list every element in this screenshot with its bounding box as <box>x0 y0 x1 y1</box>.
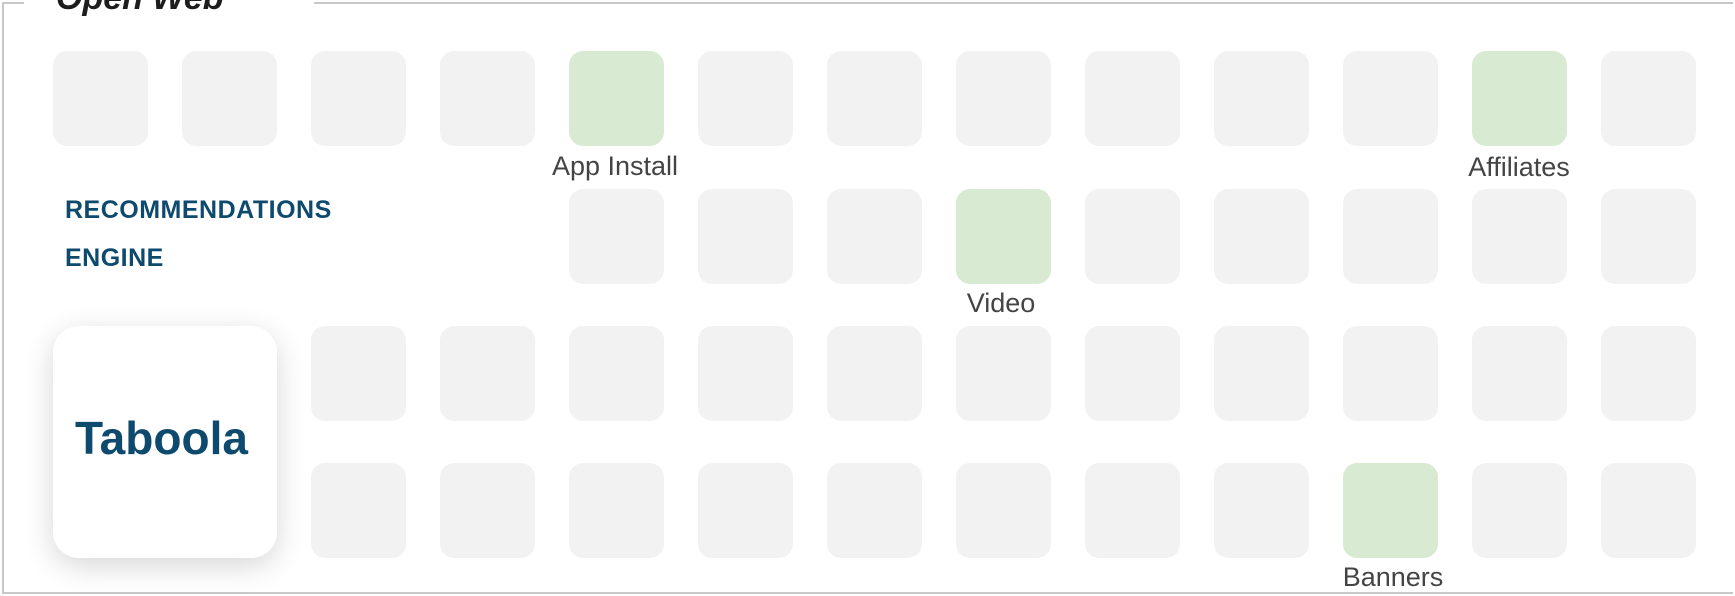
tile-banners <box>1343 463 1438 558</box>
tile <box>698 326 793 421</box>
engine-heading: RECOMMENDATIONS ENGINE <box>65 186 332 282</box>
tile <box>311 463 406 558</box>
tile <box>1601 189 1696 284</box>
tile <box>440 463 535 558</box>
tile <box>956 51 1051 146</box>
tile <box>698 463 793 558</box>
engine-heading-line-1: RECOMMENDATIONS <box>65 196 332 224</box>
tile <box>827 463 922 558</box>
tile <box>311 51 406 146</box>
tile <box>1214 463 1309 558</box>
label-banners: Banners <box>1342 562 1444 592</box>
taboola-logo-card: Taboola <box>53 326 277 558</box>
tile <box>698 51 793 146</box>
tile <box>1472 463 1567 558</box>
tile <box>1214 189 1309 284</box>
tile <box>827 326 922 421</box>
tile <box>827 51 922 146</box>
tile <box>569 326 664 421</box>
taboola-logo: Taboola <box>75 412 248 464</box>
label-video: Video <box>966 288 1036 318</box>
tile <box>182 51 277 146</box>
tile <box>440 51 535 146</box>
label-affiliates: Affiliates <box>1468 152 1570 182</box>
tile <box>1085 463 1180 558</box>
tile <box>827 189 922 284</box>
tile <box>1601 51 1696 146</box>
tile <box>1343 189 1438 284</box>
tile <box>956 463 1051 558</box>
tile <box>1601 326 1696 421</box>
tile <box>1214 326 1309 421</box>
tile <box>1085 189 1180 284</box>
tile <box>1085 51 1180 146</box>
frame-title: Open Web <box>56 0 224 16</box>
tile <box>1472 189 1567 284</box>
tile <box>1343 51 1438 146</box>
tile <box>698 189 793 284</box>
tile <box>1472 326 1567 421</box>
tile <box>1214 51 1309 146</box>
tile-affiliates <box>1472 51 1567 146</box>
frame-border-top-left <box>4 2 24 4</box>
tile-app-install <box>569 51 664 146</box>
taboola-wordmark: Taboola <box>75 412 248 464</box>
tile <box>1343 326 1438 421</box>
tile <box>1601 463 1696 558</box>
tile <box>569 463 664 558</box>
label-app-install: App Install <box>551 151 679 181</box>
tile <box>569 189 664 284</box>
tile <box>1085 326 1180 421</box>
tile <box>440 326 535 421</box>
engine-heading-line-2: ENGINE <box>65 244 164 272</box>
tile <box>956 326 1051 421</box>
tile <box>53 51 148 146</box>
frame-border-top <box>314 2 1733 4</box>
tile <box>311 326 406 421</box>
tile-video <box>956 189 1051 284</box>
